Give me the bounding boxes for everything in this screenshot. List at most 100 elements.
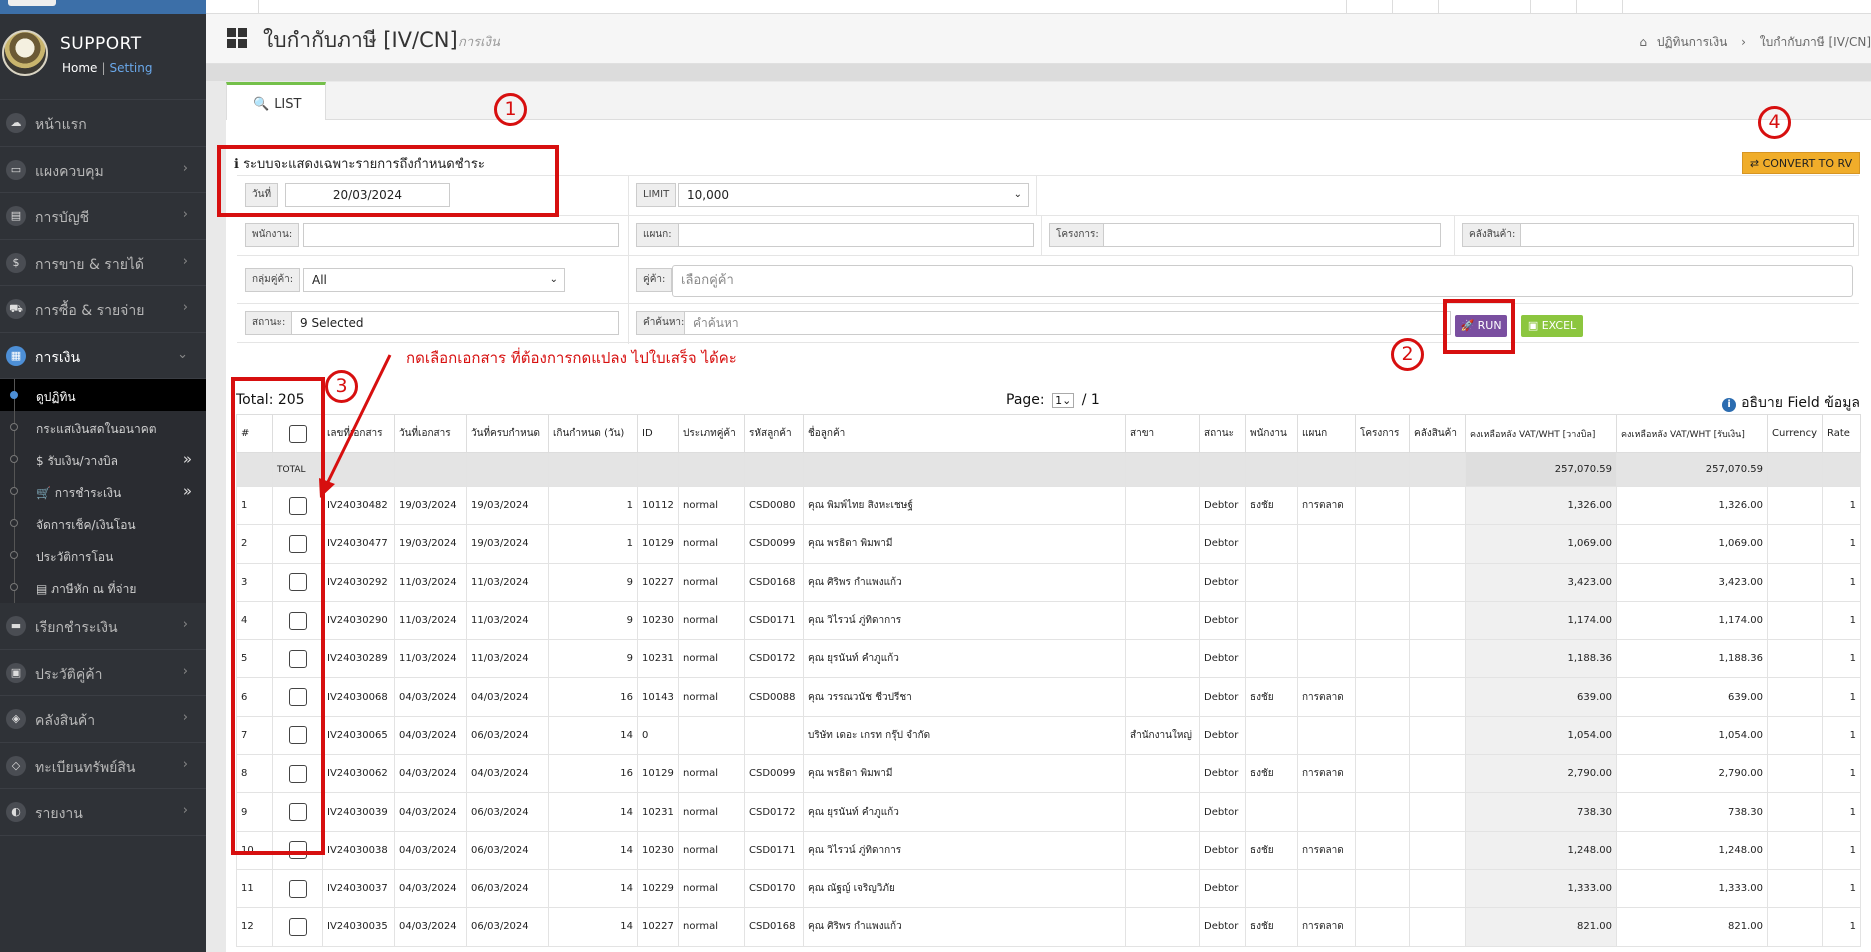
table-row[interactable]: 6 IV24030068 04/03/2024 04/03/2024 16 10143 no… <box>236 677 1861 717</box>
table-cell: 11/03/2024 <box>466 600 549 641</box>
sidebar-item[interactable]: ☁ หน้าแรก <box>0 100 206 147</box>
row-checkbox[interactable] <box>288 879 307 898</box>
sidebar-item[interactable]: ▦ การเงิน ⌄ <box>0 332 206 379</box>
sidebar: SUPPORT Home | Setting ☁ หน้าแรก ▭ แผงควบคุม ›… <box>0 0 206 952</box>
convert-to-rv-button[interactable]: ⇄ CONVERT TO RV <box>1742 152 1860 174</box>
table-cell <box>744 452 804 487</box>
table-cell: ธงชัย <box>1245 677 1298 717</box>
table-cell <box>1125 524 1200 564</box>
partner-select[interactable]: เลือกคู่ค้า <box>672 265 1853 297</box>
excel-button[interactable]: ▣ EXCEL <box>1521 315 1583 337</box>
breadcrumb-finance[interactable]: ปฏิทินการเงิน <box>1657 35 1727 49</box>
table-cell: 1 <box>1822 715 1861 756</box>
sidebar-subitem[interactable]: $ รับเงิน/วางบิล » <box>0 443 206 475</box>
toolbar-cell[interactable] <box>258 0 358 13</box>
table-row[interactable]: 7 IV24030065 04/03/2024 06/03/2024 14 0 บริษัท… <box>236 715 1861 756</box>
sidebar-item[interactable]: ▬ เรียกชำระเงิน › <box>0 603 206 650</box>
table-cell: 9 <box>548 562 638 602</box>
table-cell <box>1245 600 1298 641</box>
warehouse-input[interactable] <box>1520 223 1854 247</box>
sidebar-item[interactable]: ⛟ การซื้อ & รายจ่าย › <box>0 286 206 333</box>
explain-fields-link[interactable]: i อธิบาย Field ข้อมูล <box>1722 392 1860 414</box>
table-cell: IV24030292 <box>322 562 395 602</box>
toolbar-cell[interactable] <box>1346 0 1392 13</box>
table-row[interactable]: 11 IV24030037 04/03/2024 06/03/2024 14 10229 n… <box>236 868 1861 909</box>
table-row[interactable]: 5 IV24030289 11/03/2024 11/03/2024 9 10231 nor… <box>236 639 1861 679</box>
sidebar-item[interactable]: ▭ แผงควบคุม › <box>0 147 206 193</box>
avatar[interactable] <box>2 30 48 76</box>
table-cell: 10230 <box>637 830 679 870</box>
status-multiselect[interactable]: 9 Selected <box>291 311 619 335</box>
group-select[interactable]: All ⌄ <box>303 268 565 292</box>
limit-select[interactable]: 10,000 ⌄ <box>678 183 1029 207</box>
department-input[interactable] <box>678 223 1034 247</box>
employee-label: พนักงาน: <box>245 223 300 247</box>
table-cell <box>1245 868 1298 909</box>
toolbar-cell[interactable] <box>1576 0 1622 13</box>
page-label: Page: <box>1006 392 1045 408</box>
sidebar-subitem-label: $ รับเงิน/วางบิล <box>36 454 119 468</box>
table-cell: 1 <box>1822 600 1861 641</box>
table-cell: ธงชัย <box>1245 754 1298 794</box>
top-logo-pill[interactable] <box>8 0 56 6</box>
sidebar-subitem-label: 🛒 การชำระเงิน <box>36 486 122 500</box>
home-icon[interactable]: ⌂ <box>1639 35 1647 49</box>
sidebar-item[interactable]: $ การขาย & รายได้ › <box>0 240 206 286</box>
monitor-icon: ▭ <box>6 159 26 180</box>
sidebar-subitem[interactable]: จัดการเช็ค/เงินโอน <box>0 507 206 539</box>
sidebar-subitem[interactable]: 🛒 การชำระเงิน » <box>0 475 206 507</box>
setting-link[interactable]: Setting <box>109 61 152 75</box>
sidebar-item[interactable]: ◇ ทะเบียนทรัพย์สิน › <box>0 743 206 789</box>
sidebar-item[interactable]: ▤ การบัญชี › <box>0 193 206 240</box>
table-cell: 1 <box>548 485 638 526</box>
status-label: สถานะ: <box>245 311 293 335</box>
home-link[interactable]: Home <box>62 61 97 75</box>
limit-cell: LIMIT 10,000 ⌄ <box>629 176 1037 216</box>
table-row[interactable]: 10 IV24030038 04/03/2024 06/03/2024 14 10230 n… <box>236 830 1861 870</box>
toolbar-cell[interactable] <box>1392 0 1438 13</box>
table-cell <box>394 452 467 487</box>
table-cell: 06/03/2024 <box>466 868 549 909</box>
sidebar-item[interactable]: ◈ คลังสินค้า › <box>0 696 206 743</box>
table-cell: 1,333.00 <box>1616 868 1768 909</box>
sidebar-item[interactable]: ▣ ประวัติคู่ค้า › <box>0 650 206 696</box>
employee-input[interactable] <box>303 223 619 247</box>
sidebar-subitem[interactable]: ประวัติการโอน <box>0 539 206 571</box>
table-cell: 19/03/2024 <box>394 485 467 526</box>
sidebar-item[interactable]: ◐ รายงาน › <box>0 789 206 836</box>
table-cell: 11/03/2024 <box>466 639 549 679</box>
table-cell: CSD0171 <box>744 600 804 641</box>
table-cell <box>1767 562 1823 602</box>
table-cell <box>1297 452 1356 487</box>
table-row[interactable]: 8 IV24030062 04/03/2024 04/03/2024 16 10129 no… <box>236 754 1861 794</box>
table-cell: CSD0172 <box>744 639 804 679</box>
table-cell <box>1297 715 1356 756</box>
table-row[interactable]: 12 IV24030035 04/03/2024 06/03/2024 14 10227 n… <box>236 907 1861 947</box>
table-row[interactable]: 2 IV24030477 19/03/2024 19/03/2024 1 10129 nor… <box>236 524 1861 564</box>
table-cell: คุณ ณัฐญ์ เจริญวิภัย <box>803 868 1126 909</box>
row-checkbox[interactable] <box>288 917 307 936</box>
table-cell <box>1125 485 1200 526</box>
search-input[interactable]: คำค้นหา <box>684 311 1451 335</box>
sidebar-subitem[interactable]: ▤ ภาษีหัก ณ ที่จ่าย <box>0 571 206 603</box>
table-cell: 10227 <box>637 562 679 602</box>
table-cell: 14 <box>548 830 638 870</box>
table-cell <box>466 452 549 487</box>
tab-list[interactable]: 🔍 LIST <box>226 82 326 121</box>
project-cell: โครงการ: <box>1042 216 1455 256</box>
table-row[interactable]: 1 IV24030482 19/03/2024 19/03/2024 1 10112 nor… <box>236 485 1861 526</box>
page-select[interactable]: 1⌄ <box>1052 393 1075 408</box>
toolbar-cell[interactable] <box>1622 0 1668 13</box>
table-row[interactable]: 4 IV24030290 11/03/2024 11/03/2024 9 10230 nor… <box>236 600 1861 641</box>
table-row[interactable]: 9 IV24030039 04/03/2024 06/03/2024 14 10231 no… <box>236 792 1861 832</box>
sidebar-subitem[interactable]: ดูปฏิทิน <box>0 379 206 411</box>
table-row[interactable]: 3 IV24030292 11/03/2024 11/03/2024 9 10227 nor… <box>236 562 1861 602</box>
table-header-row: # เลขที่เอกสาร วันที่เอกสาร วันที่ครบกำหนดเ… <box>236 414 1861 453</box>
sidebar-subitem-label: ▤ ภาษีหัก ณ ที่จ่าย <box>36 582 137 596</box>
project-input[interactable] <box>1103 223 1441 247</box>
table-cell <box>1409 485 1466 526</box>
toolbar-cell[interactable] <box>1530 0 1576 13</box>
row-select-cell <box>272 868 323 909</box>
toolbar-cell[interactable] <box>1438 0 1530 13</box>
sidebar-subitem[interactable]: กระแสเงินสดในอนาคต <box>0 411 206 443</box>
